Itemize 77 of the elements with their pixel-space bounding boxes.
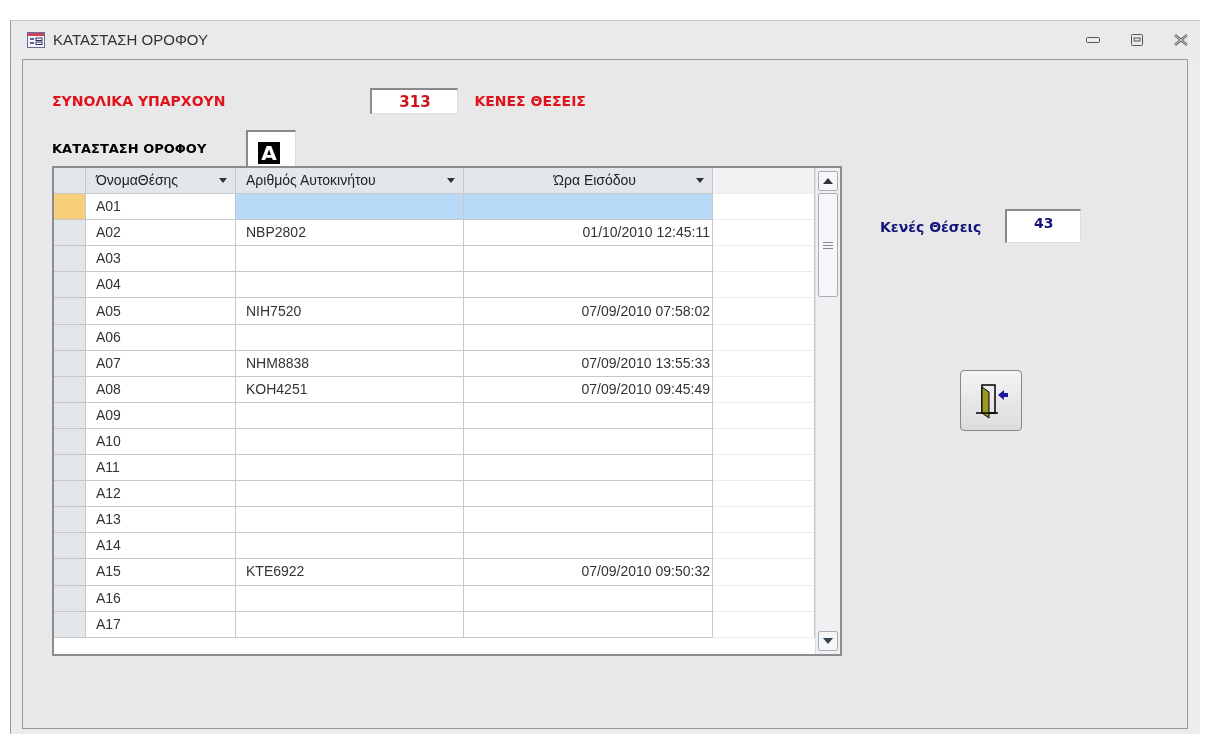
record-selector[interactable] [54, 272, 86, 299]
table-cell: 07/09/2010 07:58:02 [464, 298, 713, 325]
restore-button[interactable] [1128, 33, 1146, 47]
table-cell: A13 [86, 507, 236, 534]
table-cell: A16 [86, 585, 236, 612]
column-title: Αριθμός Αυτοκινήτου [246, 171, 376, 191]
column-header[interactable]: ΌνομαΘέσης [86, 168, 236, 195]
table-cell: A06 [86, 324, 236, 351]
column-header[interactable]: Αριθμός Αυτοκινήτου [236, 168, 464, 195]
minimize-icon [1086, 37, 1100, 43]
table-cell: NHM8838 [236, 350, 464, 377]
table-cell: KOH4251 [236, 376, 464, 403]
scroll-down-button[interactable] [818, 631, 838, 651]
record-selector[interactable] [54, 376, 86, 403]
record-selector[interactable] [54, 246, 86, 273]
free-spots-label: ΚΕΝΕΣ ΘΕΣΕΙΣ [474, 91, 586, 111]
table-cell: A05 [86, 298, 236, 325]
record-selector[interactable] [54, 220, 86, 247]
table-cell: 07/09/2010 09:45:49 [464, 376, 713, 403]
record-selector[interactable] [54, 194, 86, 221]
close-button[interactable] [1172, 33, 1190, 47]
free-spots-label: Κενές Θέσεις [880, 218, 982, 237]
record-selector[interactable] [54, 298, 86, 325]
dropdown-arrow-icon[interactable] [219, 178, 227, 184]
record-selector[interactable] [54, 455, 86, 482]
table-cell: A03 [86, 246, 236, 273]
record-selector[interactable] [54, 507, 86, 534]
total-label: ΣΥΝΟΛΙΚΑ ΥΠΑΡΧΟΥΝ [52, 91, 226, 111]
record-selector[interactable] [54, 350, 86, 377]
exit-button[interactable] [960, 370, 1022, 431]
scroll-up-button[interactable] [818, 171, 838, 191]
restore-icon [1131, 34, 1143, 46]
table-cell: 01/10/2010 12:45:11 [464, 220, 713, 247]
window-title: ΚΑΤΑΣΤΑΣΗ ΟΡΟΦΟΥ [53, 29, 209, 50]
table-cell: NBP2802 [236, 220, 464, 247]
dropdown-arrow-icon[interactable] [696, 178, 704, 184]
form-icon [27, 32, 45, 48]
record-selector[interactable] [54, 481, 86, 508]
table-cell: A08 [86, 376, 236, 403]
total-free-field[interactable]: 313 [370, 88, 459, 114]
scroll-thumb[interactable] [818, 193, 838, 297]
table-cell: NIH7520 [236, 298, 464, 325]
record-selector[interactable] [54, 533, 86, 560]
dropdown-arrow-icon[interactable] [447, 178, 455, 184]
table-cell: A12 [86, 481, 236, 508]
table-cell: A10 [86, 428, 236, 456]
table-cell: A15 [86, 559, 236, 586]
record-selector[interactable] [54, 402, 86, 429]
table-cell: A07 [86, 350, 236, 377]
column-title: Ώρα Εισόδου [553, 171, 636, 191]
close-icon [1174, 34, 1188, 46]
floor-status-label: ΚΑΤΑΣΤΑΣΗ ΟΡΟΦΟΥ [52, 139, 207, 158]
door-exit-icon [974, 382, 1008, 419]
up-arrow-icon [823, 178, 833, 184]
table-cell: 07/09/2010 13:55:33 [464, 350, 713, 377]
grip-icon [823, 241, 833, 249]
record-selector[interactable] [54, 611, 86, 638]
table-cell: A09 [86, 402, 236, 429]
table-cell: A02 [86, 220, 236, 247]
table-cell: A17 [86, 611, 236, 638]
select-all-corner[interactable] [54, 168, 86, 195]
table-cell: 07/09/2010 09:50:32 [464, 559, 713, 586]
table-cell: A04 [86, 272, 236, 299]
column-header[interactable]: Ώρα Εισόδου [464, 168, 713, 195]
table-cell: A11 [86, 455, 236, 482]
record-selector[interactable] [54, 428, 86, 456]
record-selector[interactable] [54, 559, 86, 586]
scrollbar[interactable] [815, 168, 840, 654]
table-cell: A14 [86, 533, 236, 560]
column-title: ΌνομαΘέσης [96, 171, 179, 191]
record-selector[interactable] [54, 324, 86, 351]
free-spots-field[interactable]: 43 [1005, 209, 1082, 243]
table-cell: KTE6922 [236, 559, 464, 586]
floor-field[interactable]: A [246, 130, 297, 166]
record-selector[interactable] [54, 585, 86, 612]
floor-letter: A [258, 142, 280, 164]
down-arrow-icon [823, 638, 833, 644]
